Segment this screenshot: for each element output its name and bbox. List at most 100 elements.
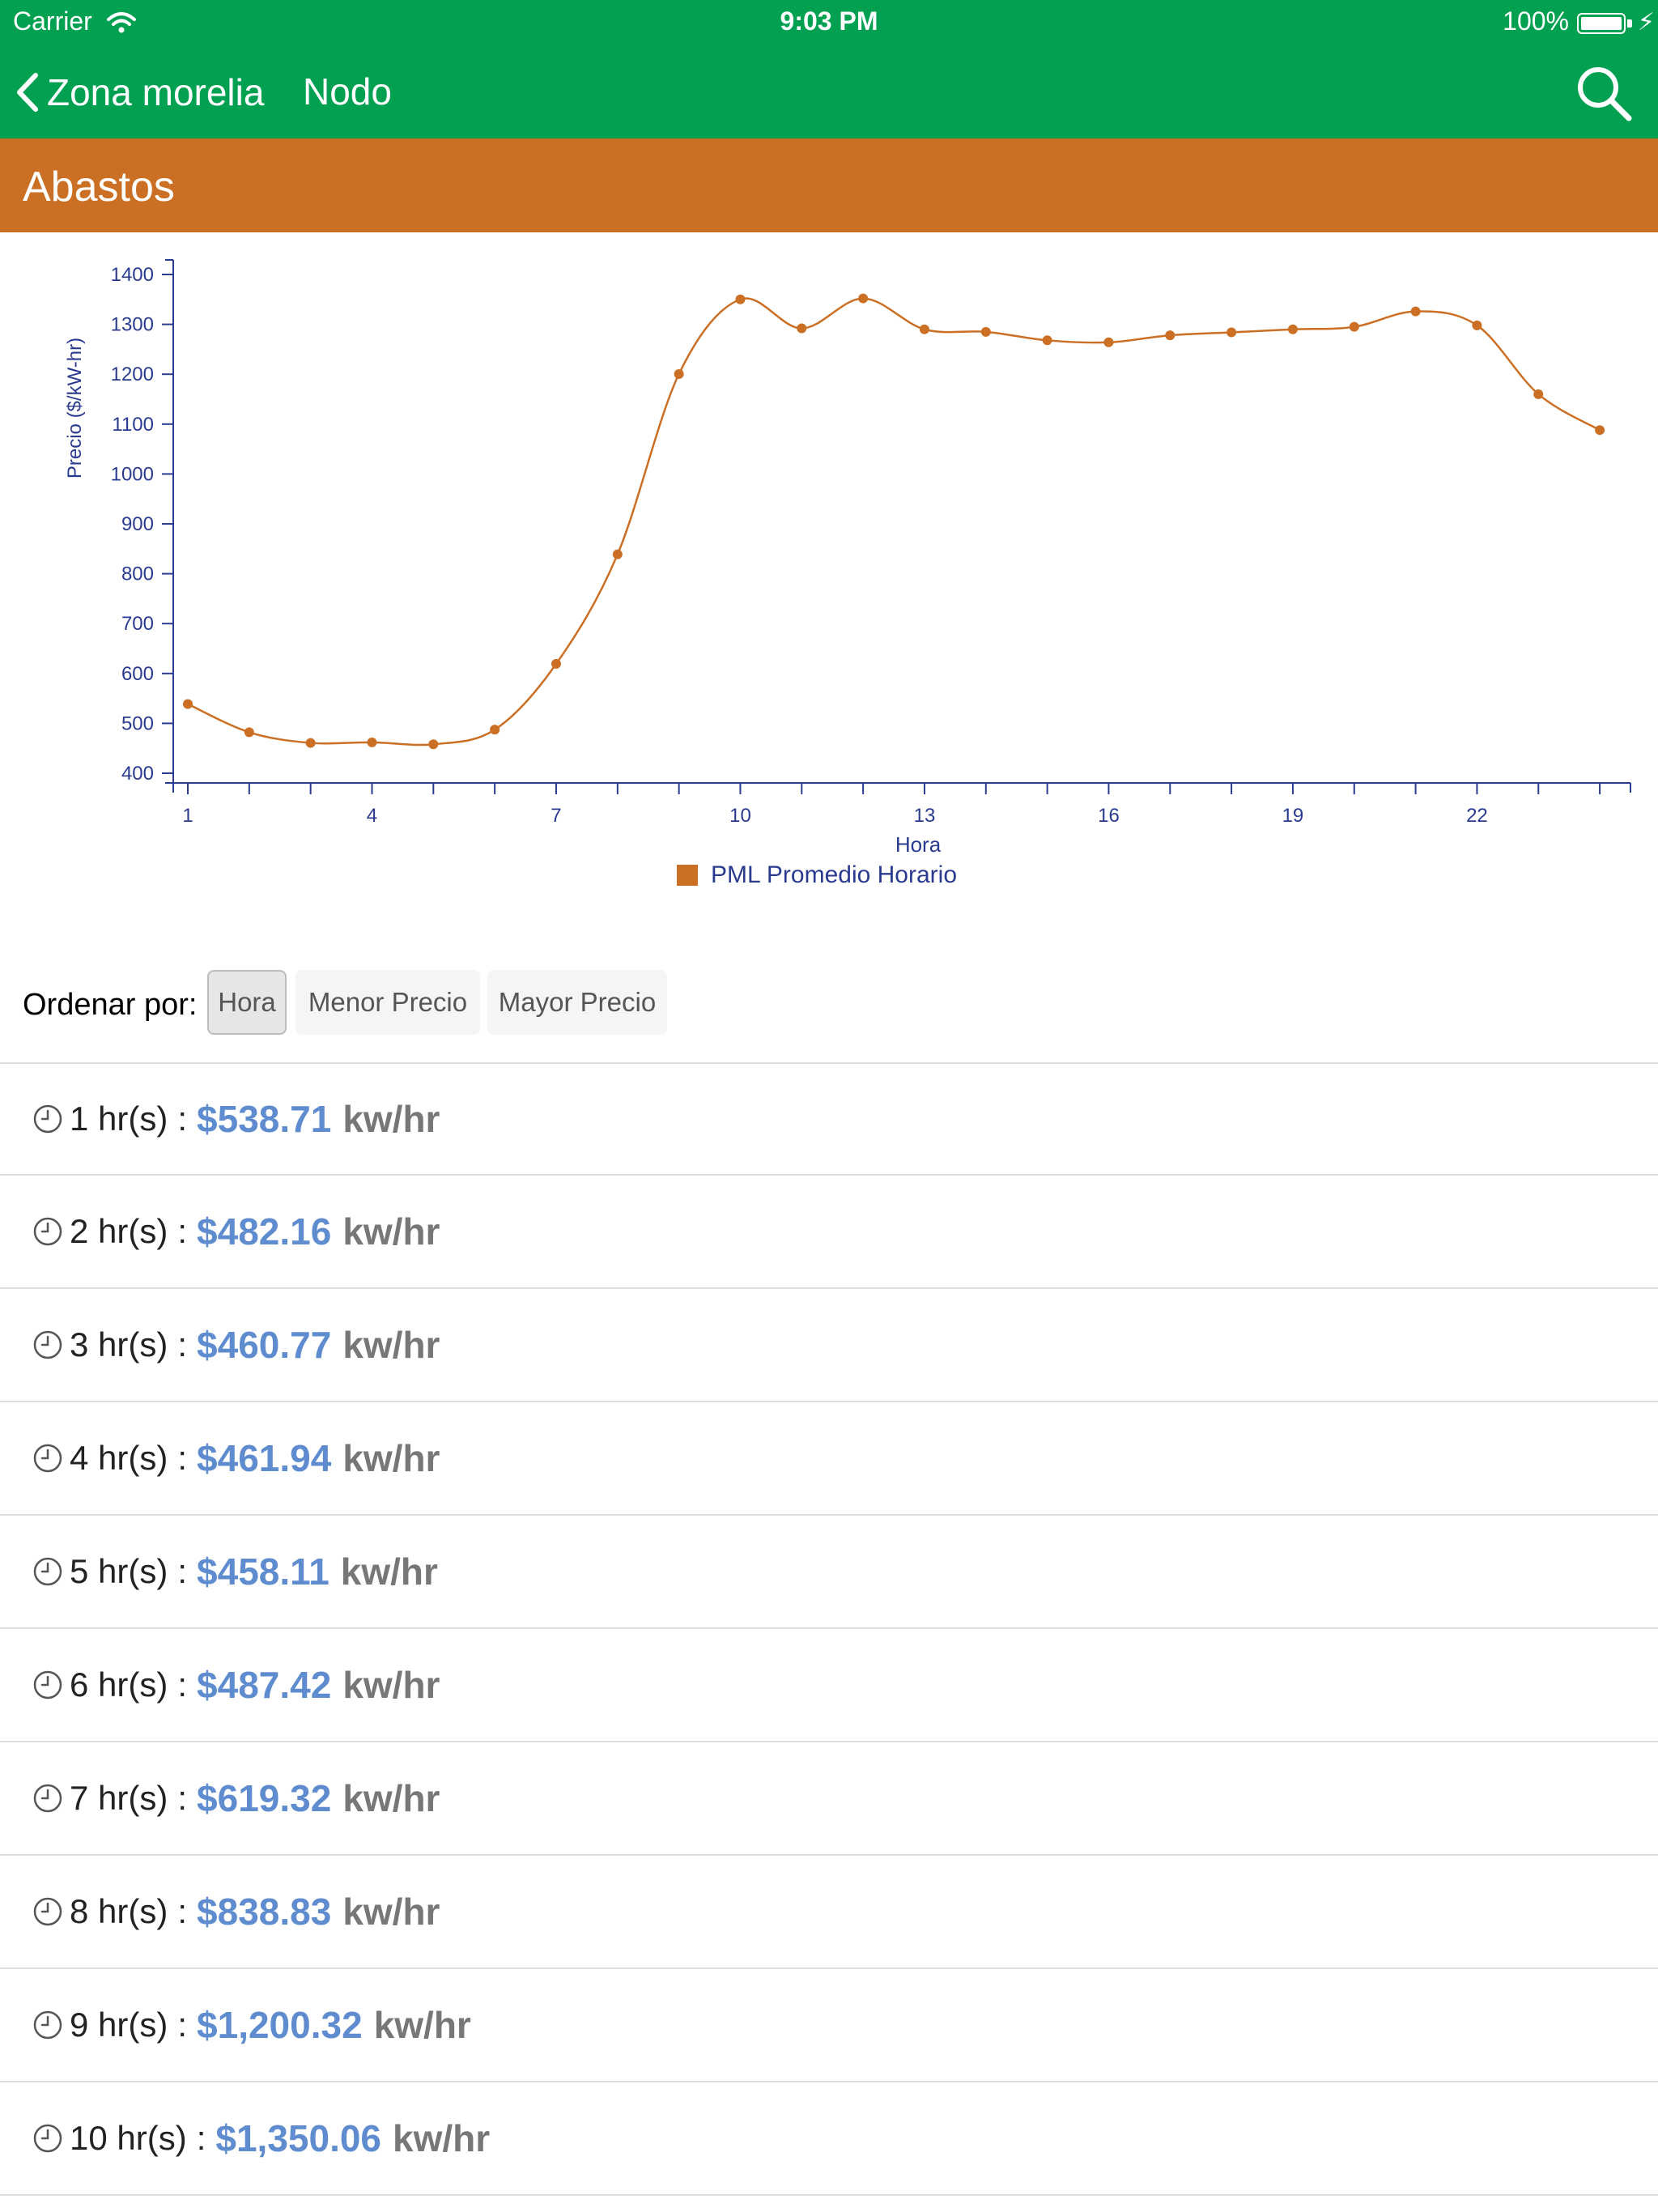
data-point bbox=[1410, 306, 1421, 317]
data-point bbox=[1349, 321, 1359, 332]
hour-label: 1 hr(s) bbox=[70, 1100, 168, 1138]
hour-label: 2 hr(s) bbox=[70, 1212, 168, 1250]
hour-label: 3 hr(s) bbox=[70, 1325, 168, 1363]
data-point bbox=[367, 737, 377, 747]
hour-label: 5 hr(s) bbox=[70, 1552, 168, 1590]
clock-icon bbox=[33, 2124, 62, 2153]
price-value: $487.42 bbox=[197, 1664, 332, 1706]
price-unit: kw/hr bbox=[342, 1324, 440, 1366]
y-tick-label: 1300 bbox=[111, 314, 154, 336]
x-tick-label: 1 bbox=[182, 805, 193, 827]
clock-icon bbox=[33, 1104, 62, 1134]
y-tick-label: 500 bbox=[121, 713, 154, 734]
data-point bbox=[1165, 330, 1175, 341]
search-icon[interactable] bbox=[1574, 63, 1634, 123]
hour-label: 4 hr(s) bbox=[70, 1439, 168, 1477]
data-point bbox=[1472, 320, 1482, 330]
status-time: 9:03 PM bbox=[780, 6, 878, 36]
data-point bbox=[551, 658, 561, 669]
price-unit: kw/hr bbox=[342, 1777, 440, 1819]
hour-label: 9 hr(s) bbox=[70, 2006, 168, 2044]
data-point bbox=[980, 326, 991, 337]
separator: : bbox=[177, 1779, 188, 1817]
sort-mayor-precio-button[interactable]: Mayor Precio bbox=[487, 970, 667, 1035]
list-item[interactable]: 6 hr(s): $487.42 kw/hr bbox=[0, 1629, 1658, 1742]
legend-label: PML Promedio Horario bbox=[711, 861, 957, 888]
battery-cap bbox=[1627, 19, 1632, 28]
price-value: $1,350.06 bbox=[215, 2117, 382, 2159]
y-axis-label: Precio ($/kW-hr) bbox=[64, 338, 86, 479]
clock-icon bbox=[33, 1670, 62, 1699]
price-unit: kw/hr bbox=[342, 1437, 440, 1479]
battery-percentage: 100% bbox=[1503, 6, 1569, 36]
price-value: $460.77 bbox=[197, 1324, 332, 1366]
price-unit: kw/hr bbox=[342, 1664, 440, 1706]
list-item[interactable]: 7 hr(s): $619.32 kw/hr bbox=[0, 1742, 1658, 1856]
hour-label: 6 hr(s) bbox=[70, 1665, 168, 1704]
clock-icon bbox=[33, 1784, 62, 1813]
y-tick-label: 600 bbox=[121, 663, 154, 685]
data-point bbox=[1103, 337, 1114, 347]
clock-icon bbox=[33, 1557, 62, 1586]
list-item[interactable]: 4 hr(s): $461.94 kw/hr bbox=[0, 1402, 1658, 1516]
x-tick-label: 4 bbox=[367, 805, 377, 827]
list-item[interactable]: 2 hr(s): $482.16 kw/hr bbox=[0, 1176, 1658, 1289]
list-item[interactable]: 5 hr(s): $458.11 kw/hr bbox=[0, 1516, 1658, 1629]
list-item[interactable]: 10 hr(s): $1,350.06 kw/hr bbox=[0, 2082, 1658, 2196]
node-title: Abastos bbox=[23, 164, 175, 211]
list-item[interactable]: 1 hr(s): $538.71 kw/hr bbox=[0, 1062, 1658, 1176]
sort-label: Ordenar por: bbox=[23, 988, 198, 1022]
clock-icon bbox=[33, 2010, 62, 2040]
x-tick-label: 13 bbox=[914, 805, 936, 827]
separator: : bbox=[177, 1665, 188, 1704]
y-tick-label: 1200 bbox=[111, 364, 154, 385]
x-axis-label: Hora bbox=[895, 832, 942, 857]
y-tick-label: 900 bbox=[121, 513, 154, 535]
chevron-left-icon bbox=[17, 73, 38, 112]
x-tick-label: 19 bbox=[1282, 805, 1304, 827]
x-tick-label: 10 bbox=[729, 805, 751, 827]
price-unit: kw/hr bbox=[373, 2004, 471, 2046]
data-point bbox=[919, 324, 929, 334]
status-bar: Carrier 9:03 PM 100% ⚡ bbox=[0, 0, 1658, 47]
hour-label: 8 hr(s) bbox=[70, 1892, 168, 1930]
clock-icon bbox=[33, 1330, 62, 1359]
sort-bar: Ordenar por: Hora Menor Precio Mayor Pre… bbox=[0, 955, 1658, 1036]
separator: : bbox=[177, 2006, 188, 2044]
separator: : bbox=[177, 1100, 188, 1138]
price-unit: kw/hr bbox=[342, 1098, 440, 1140]
hourly-price-list: 1 hr(s): $538.71 kw/hr 2 hr(s): $482.16 kw/hr… bbox=[0, 1062, 1658, 2196]
hour-label: 10 hr(s) bbox=[70, 2119, 187, 2157]
separator: : bbox=[177, 1212, 188, 1250]
list-item[interactable]: 9 hr(s): $1,200.32 kw/hr bbox=[0, 1969, 1658, 2082]
price-chart-svg: 400 500 600 700 800 900 1000 1100 1200 1300 1400 1 4… bbox=[64, 259, 1631, 888]
list-item[interactable]: 3 hr(s): $460.77 kw/hr bbox=[0, 1289, 1658, 1402]
price-value: $461.94 bbox=[197, 1437, 332, 1479]
x-tick-label: 22 bbox=[1466, 805, 1488, 827]
hour-label: 7 hr(s) bbox=[70, 1779, 168, 1817]
clock-icon bbox=[33, 1897, 62, 1926]
price-unit: kw/hr bbox=[340, 1551, 438, 1593]
app-root: Carrier 9:03 PM 100% ⚡ Zona morelia Nodo bbox=[0, 0, 1658, 2212]
price-value: $458.11 bbox=[197, 1551, 329, 1593]
data-point bbox=[735, 294, 746, 304]
data-point bbox=[428, 739, 439, 750]
data-point bbox=[1595, 425, 1605, 436]
price-value: $538.71 bbox=[197, 1098, 332, 1140]
y-tick-label: 400 bbox=[121, 763, 154, 785]
data-point bbox=[674, 369, 684, 380]
price-unit: kw/hr bbox=[342, 1891, 440, 1933]
node-header: Abastos bbox=[0, 138, 1658, 232]
separator: : bbox=[177, 1552, 188, 1590]
y-tick-label: 1000 bbox=[111, 463, 154, 485]
back-button[interactable]: Zona morelia bbox=[13, 66, 264, 118]
y-tick-label: 800 bbox=[121, 564, 154, 585]
data-point bbox=[490, 725, 500, 735]
top-bar: Carrier 9:03 PM 100% ⚡ Zona morelia Nodo bbox=[0, 0, 1658, 138]
price-unit: kw/hr bbox=[342, 1210, 440, 1253]
list-item[interactable]: 8 hr(s): $838.83 kw/hr bbox=[0, 1856, 1658, 1969]
sort-hora-button[interactable]: Hora bbox=[207, 970, 287, 1035]
sort-menor-precio-button[interactable]: Menor Precio bbox=[295, 970, 480, 1035]
y-tick-label: 700 bbox=[121, 613, 154, 635]
data-point bbox=[305, 738, 316, 748]
